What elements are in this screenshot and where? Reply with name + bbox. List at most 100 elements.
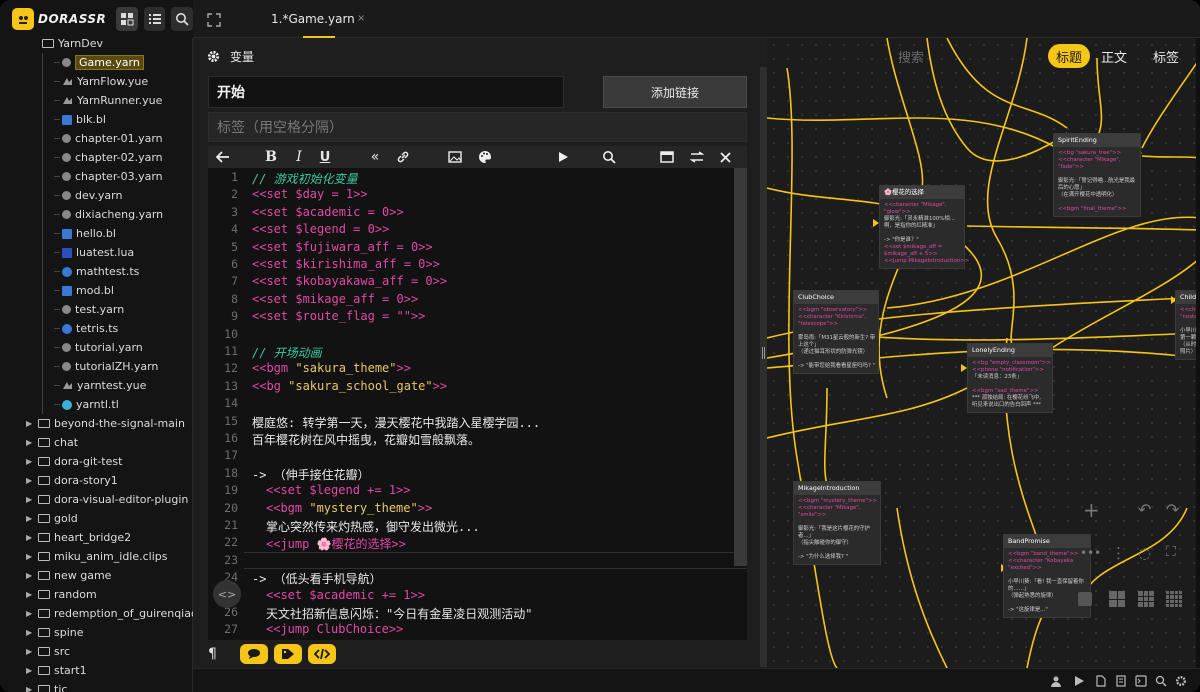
expand-icon[interactable]	[207, 12, 221, 31]
chevron-right-icon[interactable]: ▶	[26, 514, 34, 523]
tree-folder[interactable]: ▶ tic	[26, 680, 67, 692]
graph-node[interactable]: SpiritEnding <<bg "sakura_tree">> <<charac…	[1053, 133, 1141, 217]
view-grid-2-icon[interactable]	[1109, 591, 1125, 607]
code-editor[interactable]: 1 // 游戏初始化变量 2 <<set $day = 1>> 3 <<set $acad…	[208, 168, 747, 640]
tree-folder[interactable]: ▶ dora-git-test	[26, 452, 122, 471]
comment-button[interactable]	[240, 644, 268, 664]
settings-icon[interactable]	[1175, 675, 1187, 687]
code-line[interactable]: 天文社招新信息闪烁："今日有金星凌日观测活动"	[266, 605, 532, 622]
tree-folder[interactable]: ▶ new game	[26, 566, 111, 585]
tree-folder[interactable]: YarnDev	[42, 38, 103, 53]
tree-folder[interactable]: ▶ src	[26, 642, 70, 661]
chevron-right-icon[interactable]: ▶	[26, 590, 34, 599]
user-icon[interactable]	[1050, 675, 1062, 687]
chevron-right-icon[interactable]: ▶	[26, 571, 34, 580]
underline-button[interactable]: U	[316, 148, 334, 166]
code-line[interactable]: <<jump 🌸樱花的选择>>	[266, 535, 406, 552]
view-grid-4-icon[interactable]	[1166, 591, 1182, 607]
graph-node[interactable]: LonelyEnding <<bg "empty_classroom">> <<ph…	[967, 343, 1053, 413]
chevron-right-icon[interactable]: ▶	[26, 647, 34, 656]
splitter-grip[interactable]	[762, 347, 765, 359]
list-button[interactable]	[143, 7, 166, 31]
code-line[interactable]: <<set $kobayakawa_aff = 0>>	[252, 274, 447, 288]
chevron-right-icon[interactable]: ▶	[26, 495, 34, 504]
image-button[interactable]	[446, 148, 464, 166]
code-line[interactable]: <<set $academic = 0>>	[252, 205, 404, 219]
redo-icon[interactable]: ↷	[1166, 500, 1179, 519]
chevron-right-icon[interactable]: ▶	[26, 628, 34, 637]
code-line[interactable]: -> （伸手接住花瓣）	[252, 466, 370, 483]
find-button[interactable]	[600, 148, 618, 166]
code-line[interactable]: <<set $academic += 1>>	[266, 588, 425, 602]
chevron-right-icon[interactable]: ▶	[26, 666, 34, 675]
tags-input[interactable]: 标签（用空格分隔）	[208, 112, 747, 142]
tree-folder[interactable]: ▶ dora-story1	[26, 471, 118, 490]
code-line[interactable]: // 游戏初始化变量	[252, 170, 358, 187]
tree-file[interactable]: chapter-03.yarn	[54, 167, 163, 186]
code-line[interactable]: 百年樱花树在风中摇曳，花瓣如雪般飘落。	[252, 431, 480, 448]
code-line[interactable]: <<bgm "mystery_theme">>	[266, 501, 432, 515]
code-line[interactable]: <<bg "sakura_school_gate">>	[252, 379, 447, 393]
swap-button[interactable]	[688, 148, 706, 166]
chevron-right-icon[interactable]: ▶	[26, 609, 34, 618]
tree-file[interactable]: dev.yarn	[54, 186, 122, 205]
pane-splitter[interactable]	[760, 67, 767, 667]
chevron-right-icon[interactable]: ▶	[26, 552, 34, 561]
collapse-code-button[interactable]: <>	[213, 580, 241, 608]
code-line[interactable]: // 开场动画	[252, 344, 322, 361]
chevron-right-icon[interactable]: ▶	[26, 533, 34, 542]
undo-icon[interactable]: ↶	[1138, 500, 1151, 519]
chevron-right-icon[interactable]: ▶	[26, 438, 34, 447]
code-line[interactable]: <<set $fujiwara_aff = 0>>	[252, 240, 433, 254]
tree-folder[interactable]: ▶ spine	[26, 623, 84, 642]
tree-folder[interactable]: ▶ redemption_of_guirenqiao	[26, 604, 193, 623]
tree-folder[interactable]: ▶ random	[26, 585, 97, 604]
tree-file[interactable]: dixiacheng.yarn	[54, 205, 163, 224]
tree-file[interactable]: tutorialZH.yarn	[54, 357, 158, 376]
code-line[interactable]: <<bgm "sakura_theme">>	[252, 361, 411, 375]
search-status-icon[interactable]	[1155, 675, 1167, 687]
tree-file[interactable]: tetris.ts	[54, 319, 118, 338]
close-editor-button[interactable]	[716, 148, 734, 166]
tree-file[interactable]: mod.bl	[54, 281, 114, 300]
graph-search-input[interactable]: 搜索	[898, 47, 924, 66]
code-line[interactable]: <<set $mikage_aff = 0>>	[252, 292, 418, 306]
mode-title-button[interactable]: 标题	[1048, 44, 1091, 68]
mode-tags-button[interactable]: 标签	[1145, 44, 1187, 68]
tag-button[interactable]	[274, 644, 302, 664]
tree-file[interactable]: luatest.lua	[54, 243, 134, 262]
link-button[interactable]	[394, 148, 412, 166]
bold-button[interactable]: B	[262, 148, 280, 166]
indent-button[interactable]: «	[366, 148, 384, 166]
tree-file[interactable]: Game.yarn	[54, 53, 144, 72]
editor-scrollbar[interactable]	[734, 168, 747, 566]
chevron-right-icon[interactable]: ▶	[26, 457, 34, 466]
tree-file[interactable]: yarntl.tl	[54, 395, 119, 414]
graph-node[interactable]: 🌸樱花的选择 <<character "Mikage", "glow">> 御影光:「…	[879, 185, 969, 269]
tree-file[interactable]: YarnFlow.yue	[54, 72, 148, 91]
tree-file[interactable]: test.yarn	[54, 300, 124, 319]
mode-body-button[interactable]: 正文	[1093, 44, 1135, 68]
variables-header[interactable]: 变量	[207, 46, 254, 66]
code-line[interactable]: <<set $kirishima_aff = 0>>	[252, 257, 440, 271]
tab-game-yarn[interactable]: 1.*Game.yarn	[271, 0, 355, 38]
code-line[interactable]: <<set $day = 1>>	[252, 187, 368, 201]
fit-view-icon[interactable]: ⛶	[1166, 544, 1176, 560]
tree-folder[interactable]: ▶ miku_anim_idle.clips	[26, 547, 168, 566]
log-icon[interactable]	[1135, 675, 1147, 687]
view-single-icon[interactable]	[1078, 592, 1092, 606]
code-line[interactable]: <<set $route_flag = "">>	[252, 309, 425, 323]
tree-file[interactable]: chapter-01.yarn	[54, 129, 163, 148]
tree-folder[interactable]: ▶ chat	[26, 433, 78, 452]
chevron-right-icon[interactable]: ▶	[26, 685, 34, 692]
italic-button[interactable]: I	[290, 148, 308, 166]
color-button[interactable]	[476, 148, 494, 166]
tree-file[interactable]: yarntest.yue	[54, 376, 146, 395]
node-graph-canvas[interactable]: SpiritEnding <<bg "sakura_tree">> <<charac…	[767, 38, 1200, 668]
file-icon[interactable]	[1095, 675, 1107, 687]
code-line[interactable]: 樱庭悠: 转学第一天，漫天樱花中我踏入星樱学园...	[252, 414, 540, 431]
code-button[interactable]	[308, 644, 336, 664]
tree-file[interactable]: mathtest.ts	[54, 262, 139, 281]
document-icon[interactable]	[1115, 675, 1127, 687]
node-title-input[interactable]: 开始	[208, 76, 564, 108]
